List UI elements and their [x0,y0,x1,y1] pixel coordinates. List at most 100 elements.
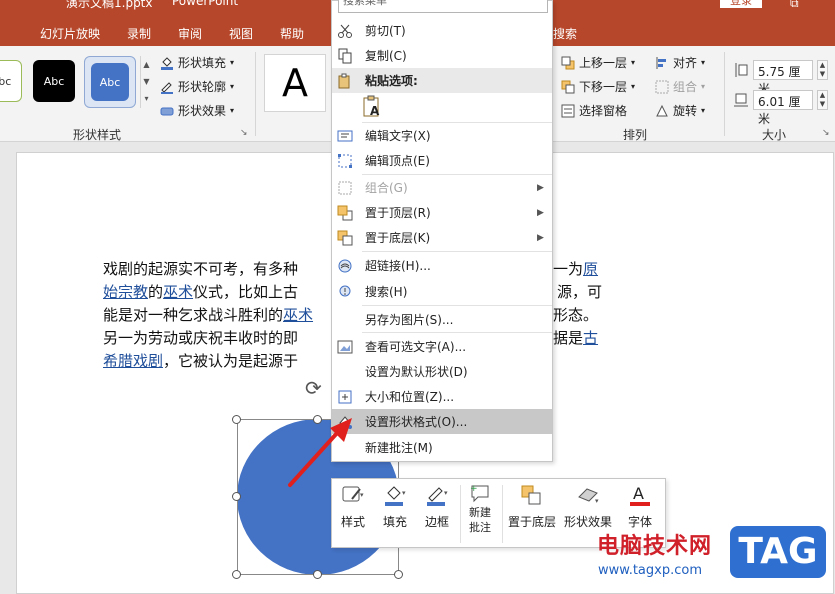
slide-text-line-5[interactable]: 希腊戏剧，它被认为是起源于 [103,350,298,373]
rotate-handle-icon[interactable]: ⟳ [305,376,322,400]
shape-style-outline[interactable]: Abc [0,60,22,102]
menu-item-format-shape[interactable]: 设置形状格式(O)... [332,409,552,434]
tab-review[interactable]: 审阅 [178,25,202,42]
tab-help[interactable]: 帮助 [280,25,304,42]
slide-text-line-1[interactable]: 戏剧的起源实不可考，有多种 [103,258,298,281]
edit-points-icon [338,153,352,168]
login-button[interactable]: 登录 [720,0,762,8]
mini-outline-button[interactable]: ▾ 边框 [424,483,450,530]
menu-search-input[interactable]: 搜索菜单 [338,0,548,13]
resize-handle[interactable] [313,570,322,579]
mini-send-to-back-label: 置于底层 [508,515,557,529]
paint-bucket-icon [161,56,173,70]
new-comment-icon: + [470,484,489,503]
menu-item-set-default-shape[interactable]: 设置为默认形状(D) [332,359,552,384]
selection-pane-icon [561,104,575,117]
menu-item-save-as-picture[interactable]: 另存为图片(S)... [332,307,552,332]
menu-item-send-to-back[interactable]: 置于底层(K) ▶ [332,225,552,250]
hyperlink[interactable]: 巫术 [163,283,193,301]
rotate-button[interactable]: 旋转 ▾ [655,102,705,119]
resize-handle[interactable] [232,492,241,501]
menu-item-group[interactable]: 组合(G) ▶ [332,175,552,200]
slide-text-line-3[interactable]: 能是对一种乞求战斗胜利的巫术 [103,304,313,327]
slide-text-line-3-right[interactable]: 形态。 [553,304,598,327]
shape-height-field[interactable]: 5.75 厘米 [753,60,813,96]
bring-forward-button[interactable]: 上移一层 ▾ [561,54,635,71]
menu-item-label: 复制(C) [365,49,407,63]
mini-style-button[interactable]: ▾ 样式 [340,483,366,530]
app-name: PowerPoint [172,0,239,8]
restore-icon[interactable]: ⧉ [790,0,799,10]
tab-search[interactable]: 搜索 [553,25,577,42]
wordart-style-sample[interactable]: A [264,54,326,112]
hyperlink[interactable]: 始宗教 [103,283,148,301]
text-run: 形态。 [553,306,599,324]
menu-item-edit-text[interactable]: 编辑文字(X) [332,123,552,148]
hyperlink[interactable]: 古 [583,329,598,347]
dialog-launcher-icon[interactable]: ↘ [822,128,830,138]
resize-handle[interactable] [394,570,403,579]
menu-item-label: 编辑顶点(E) [365,154,430,168]
shape-effect-button[interactable]: 形状效果 ▾ [160,102,234,119]
slide-text-line-4[interactable]: 另一为劳动或庆祝丰收时的即 [103,327,298,350]
menu-item-search[interactable]: 搜索(H) [332,279,552,304]
group-icon [655,80,669,93]
menu-item-cut[interactable]: 剪切(T) [332,18,552,43]
menu-item-hyperlink[interactable]: 超链接(H)... [332,253,552,278]
menu-separator [362,251,552,252]
selection-pane-button[interactable]: 选择窗格 [561,102,627,119]
menu-item-label: 搜索(H) [365,285,408,299]
chevron-down-icon: ▾ [701,58,706,67]
hyperlink[interactable]: 希腊戏剧 [103,352,163,370]
style-gallery-scroll[interactable]: ▲ ▼ ▾ [140,56,152,108]
shape-width-field[interactable]: 6.01 厘米 [753,90,813,126]
edit-text-icon [337,130,353,141]
shape-fill-button[interactable]: 形状填充 ▾ [160,54,234,71]
menu-item-copy[interactable]: 复制(C) [332,43,552,68]
group-button[interactable]: 组合 ▾ [655,78,705,95]
menu-header-paste-options: 粘贴选项: [332,68,552,93]
menu-item-size-position[interactable]: 大小和位置(Z)... [332,384,552,409]
dialog-launcher-icon[interactable]: ↘ [240,128,248,138]
menu-item-new-comment[interactable]: 新建批注(M) [332,435,552,460]
bring-forward-label: 上移一层 [579,56,628,70]
slide-text-line-2-right[interactable]: 源，可 [557,281,602,304]
tab-slideshow[interactable]: 幻灯片放映 [40,25,100,42]
menu-item-label: 查看可选文字(A)... [365,340,467,354]
resize-handle[interactable] [232,415,241,424]
pencil-icon: ▾ [427,487,448,506]
menu-item-view-alt-text[interactable]: 查看可选文字(A)... [332,334,552,359]
submenu-arrow-icon: ▶ [537,207,544,218]
menu-item-label: 超链接(H)... [365,259,431,273]
resize-handle[interactable] [232,570,241,579]
shape-outline-button[interactable]: 形状轮廓 ▾ [160,78,234,95]
slide-text-line-1-right[interactable]: 一为原 [553,258,598,281]
arrange-group-label: 排列 [623,128,648,142]
send-backward-button[interactable]: 下移一层 ▾ [561,78,635,95]
shape-style-blue-frame[interactable]: Abc [84,56,136,108]
chevron-down-icon: ▾ [701,82,706,91]
mini-shape-effect-button[interactable]: ▾ 形状效果 [564,483,612,530]
menu-item-bring-to-front[interactable]: 置于顶层(R) ▶ [332,200,552,225]
slide-text-line-2[interactable]: 始宗教的巫术仪式，比如上古 [103,281,298,304]
tab-view[interactable]: 视图 [229,25,253,42]
align-button[interactable]: 对齐 ▾ [655,54,705,71]
send-backward-icon [561,80,575,93]
paste-keep-text-icon[interactable]: A [362,95,384,119]
menu-item-edit-points[interactable]: 编辑顶点(E) [332,148,552,173]
hyperlink[interactable]: 巫术 [283,306,313,324]
width-spinner[interactable]: ▲ ▼ [817,90,828,110]
mini-send-to-back-button[interactable]: 置于底层 [508,483,556,530]
mini-fill-button[interactable]: ▾ 填充 [382,483,408,530]
mini-new-comment-button[interactable]: + 新建批注 [464,483,496,535]
mini-font-button[interactable]: A 字体 [627,483,653,530]
ribbon-separator [724,52,725,136]
slide-text-line-4-right[interactable]: 据是古 [553,327,598,350]
height-spinner[interactable]: ▲ ▼ [817,60,828,80]
shape-style-black[interactable]: Abc [33,60,75,102]
group-icon [338,181,352,194]
send-to-back-icon [521,485,541,505]
hyperlink[interactable]: 原 [583,260,598,278]
bring-forward-icon [561,56,575,69]
tab-record[interactable]: 录制 [127,25,151,42]
